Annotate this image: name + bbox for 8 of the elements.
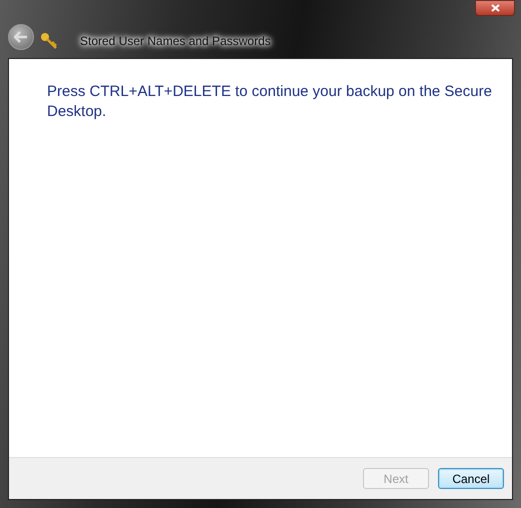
window-title: Stored User Names and Passwords bbox=[80, 32, 271, 50]
close-icon bbox=[490, 4, 500, 12]
cancel-button[interactable]: Cancel bbox=[438, 468, 504, 489]
back-arrow-icon bbox=[14, 31, 28, 43]
key-icon bbox=[40, 32, 58, 50]
close-button[interactable] bbox=[475, 0, 515, 16]
back-button[interactable] bbox=[8, 24, 34, 50]
instruction-text: Press CTRL+ALT+DELETE to continue your backup on the Secure Desktop. bbox=[47, 82, 492, 122]
